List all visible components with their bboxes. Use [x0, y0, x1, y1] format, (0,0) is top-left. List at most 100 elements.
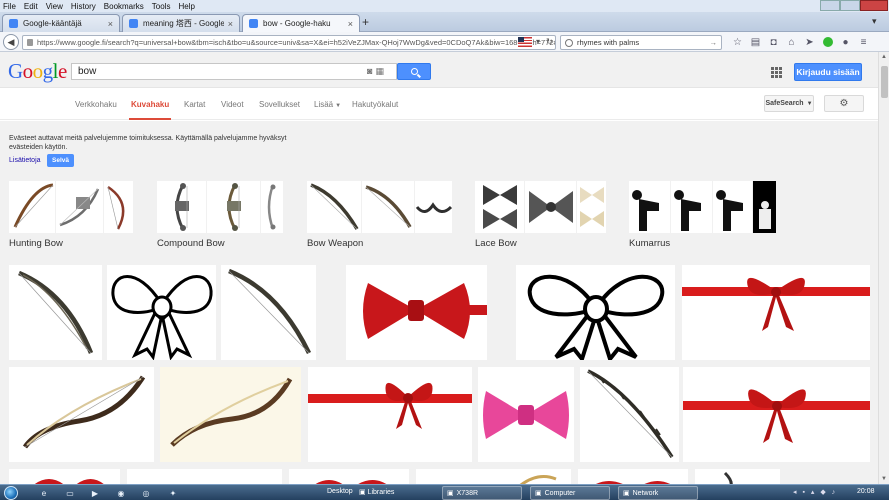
maximize-button[interactable]: [840, 0, 860, 11]
image-result[interactable]: [578, 469, 688, 484]
tab-bow-search[interactable]: bow - Google-haku ×: [242, 14, 360, 32]
related-thumbnail: [629, 181, 671, 233]
pocket-icon[interactable]: ◘: [766, 35, 781, 49]
related-search-lace-bow[interactable]: Lace Bow: [475, 181, 607, 249]
image-result[interactable]: [416, 469, 571, 484]
safesearch-button[interactable]: SafeSearch ▼: [764, 95, 814, 112]
cookie-more-link[interactable]: Lisätietoja: [9, 157, 41, 164]
menu-bookmarks[interactable]: Bookmarks: [104, 2, 144, 11]
image-result[interactable]: [516, 265, 675, 360]
tab-apps[interactable]: Sovellukset: [259, 100, 300, 109]
tab-search-tools[interactable]: Hakutyökalut: [352, 100, 398, 109]
close-icon[interactable]: ×: [228, 19, 233, 29]
ie-icon[interactable]: e: [33, 487, 55, 499]
image-result[interactable]: [9, 367, 154, 462]
tab-images[interactable]: Kuvahaku: [128, 100, 172, 120]
close-icon[interactable]: ×: [348, 19, 353, 29]
tab-more[interactable]: Lisää ▼: [314, 100, 341, 109]
tab-web[interactable]: Verkkohaku: [75, 100, 117, 109]
image-result[interactable]: [308, 367, 472, 462]
related-search-bow-weapon[interactable]: Bow Weapon: [307, 181, 453, 249]
minimize-button[interactable]: [820, 0, 840, 11]
image-thumbnail: [228, 268, 312, 354]
menu-history[interactable]: History: [71, 2, 96, 11]
related-search-hunting-bow[interactable]: Hunting Bow: [9, 181, 134, 249]
dropdown-arrow-icon[interactable]: ▾: [536, 37, 540, 46]
search-button[interactable]: [397, 63, 431, 80]
chat-icon[interactable]: ●: [838, 35, 853, 49]
image-result[interactable]: [127, 469, 282, 484]
image-result[interactable]: [107, 265, 216, 360]
image-result[interactable]: [682, 265, 870, 360]
taskbar-x738r[interactable]: ▣ X738R: [442, 486, 522, 500]
sign-in-button[interactable]: Kirjaudu sisään: [794, 63, 862, 81]
search-icon: [410, 68, 418, 75]
send-icon[interactable]: ➤: [802, 35, 817, 49]
image-result[interactable]: [221, 265, 316, 360]
new-tab-button[interactable]: +: [362, 15, 369, 29]
related-thumbnail: [104, 181, 134, 233]
image-result[interactable]: [160, 367, 301, 462]
image-result[interactable]: [695, 469, 780, 484]
taskbar-libraries[interactable]: ▣ Libraries: [359, 488, 394, 496]
image-result[interactable]: [580, 367, 679, 462]
close-icon[interactable]: ×: [108, 19, 113, 29]
image-result[interactable]: [289, 469, 409, 484]
reload-icon[interactable]: ↻: [546, 37, 553, 46]
taskbar-desktop[interactable]: Desktop: [327, 488, 353, 495]
extension-icon[interactable]: [820, 35, 835, 49]
search-bar[interactable]: rhymes with palms →: [560, 35, 722, 50]
menu-file[interactable]: File: [3, 2, 16, 11]
tab-meaning-search[interactable]: meaning 塔西 - Google-ha... ×: [122, 14, 240, 32]
image-result[interactable]: [346, 265, 487, 360]
tab-label: Google-kääntäjä: [23, 19, 82, 28]
camera-icon[interactable]: ◙: [367, 66, 372, 77]
menu-icon[interactable]: ≡: [856, 35, 871, 49]
app-icon[interactable]: ✦: [162, 487, 184, 499]
tab-list-icon[interactable]: ▾: [872, 16, 877, 27]
image-result[interactable]: [9, 265, 102, 360]
scroll-down-icon[interactable]: ▼: [881, 476, 887, 482]
tab-maps[interactable]: Kartat: [184, 100, 205, 109]
google-logo[interactable]: Google: [8, 59, 67, 84]
firefox-icon[interactable]: ◉: [110, 487, 132, 499]
tab-videos[interactable]: Videot: [221, 100, 244, 109]
image-thumbnail: [587, 369, 674, 458]
explorer-icon[interactable]: ▭: [59, 487, 81, 499]
image-result[interactable]: [683, 367, 870, 462]
image-result[interactable]: [9, 469, 120, 484]
related-search-kumarrus[interactable]: Kumarrus: [629, 181, 777, 249]
close-window-button[interactable]: [860, 0, 888, 11]
settings-button[interactable]: ⚙: [824, 95, 864, 112]
search-go-icon[interactable]: →: [710, 38, 718, 47]
image-thumbnail: [308, 382, 472, 429]
image-result[interactable]: [478, 367, 574, 462]
navigation-bar: ◀ https://www.google.fi/search?q=univers…: [0, 32, 889, 52]
tab-google-translate[interactable]: Google-kääntäjä ×: [2, 14, 120, 32]
scrollbar-thumb[interactable]: [881, 66, 888, 98]
menu-view[interactable]: View: [46, 2, 63, 11]
taskbar-computer[interactable]: ▣ Computer: [530, 486, 610, 500]
menu-help[interactable]: Help: [178, 2, 194, 11]
menu-tools[interactable]: Tools: [152, 2, 171, 11]
bookmark-star-icon[interactable]: ☆: [730, 35, 745, 49]
keyboard-icon[interactable]: ▦: [375, 66, 384, 77]
cookie-ok-button[interactable]: Selvä: [47, 154, 74, 167]
address-bar[interactable]: https://www.google.fi/search?q=universal…: [22, 35, 556, 50]
back-button[interactable]: ◀: [3, 34, 19, 50]
search-input[interactable]: bow: [71, 63, 397, 80]
chrome-icon[interactable]: ◎: [135, 487, 157, 499]
media-player-icon[interactable]: ▶: [84, 487, 106, 499]
related-search-compound-bow[interactable]: Compound Bow: [157, 181, 284, 249]
start-button[interactable]: [4, 486, 18, 500]
bookmarks-list-icon[interactable]: ▤: [748, 35, 763, 49]
page-scrollbar[interactable]: ▲ ▼: [878, 52, 889, 484]
system-tray[interactable]: ◂ ▪ ▴ ◆ ♪: [793, 488, 837, 496]
menu-edit[interactable]: Edit: [24, 2, 38, 11]
clock[interactable]: 20:08: [857, 488, 875, 495]
scroll-up-icon[interactable]: ▲: [881, 54, 887, 60]
image-thumbnail: [519, 475, 557, 484]
home-icon[interactable]: ⌂: [784, 35, 799, 49]
taskbar-network[interactable]: ▣ Network: [618, 486, 698, 500]
apps-grid-icon[interactable]: [771, 67, 782, 78]
